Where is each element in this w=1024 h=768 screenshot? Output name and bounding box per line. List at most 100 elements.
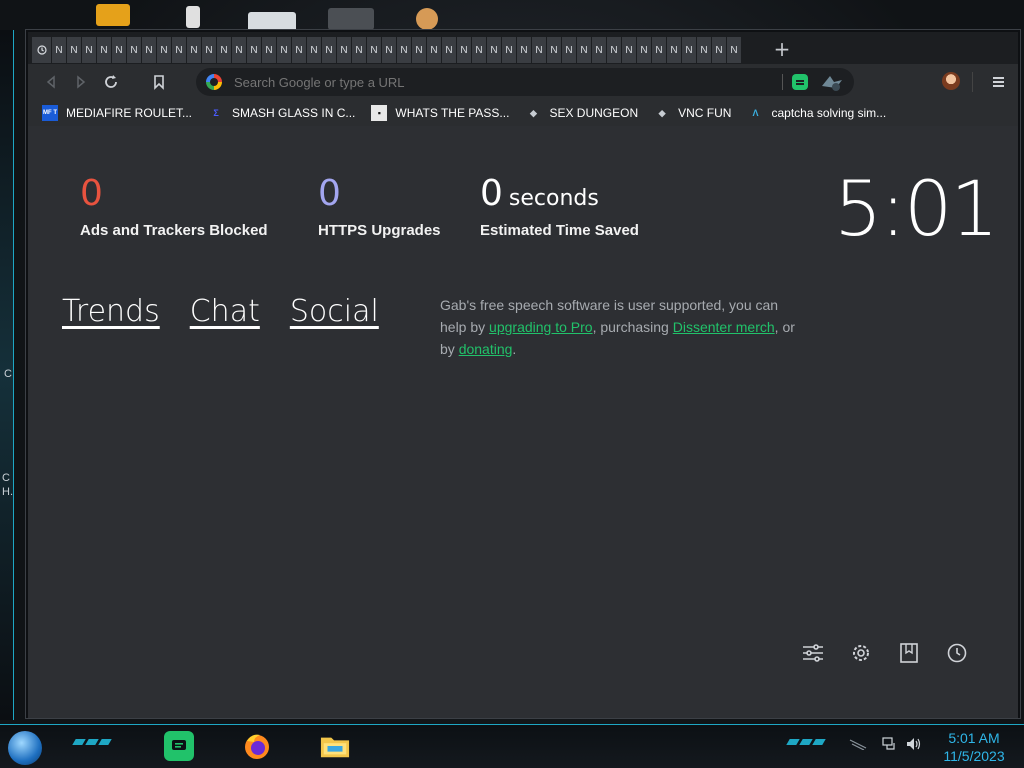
gab-browser-taskbar-button[interactable] bbox=[164, 731, 194, 761]
bookmark-item[interactable]: ◆ VNC FUN bbox=[654, 105, 732, 121]
browser-tab[interactable]: N bbox=[682, 37, 697, 63]
browser-tab[interactable]: N bbox=[277, 37, 292, 63]
browser-tab[interactable]: N bbox=[697, 37, 712, 63]
browser-tab[interactable]: N bbox=[667, 37, 682, 63]
network-icon[interactable] bbox=[882, 737, 898, 751]
bookmark-item[interactable]: ▪ WHATS THE PASS... bbox=[371, 105, 509, 121]
upgrade-pro-link[interactable]: upgrading to Pro bbox=[489, 319, 593, 335]
tab-favicon-icon: N bbox=[100, 44, 108, 56]
profile-avatar[interactable] bbox=[942, 72, 960, 90]
tab-favicon-icon: N bbox=[685, 44, 693, 56]
browser-tab[interactable]: N bbox=[562, 37, 577, 63]
volume-icon[interactable] bbox=[906, 737, 922, 751]
back-button[interactable] bbox=[36, 67, 66, 97]
browser-tab[interactable]: N bbox=[322, 37, 337, 63]
browser-tab[interactable]: N bbox=[187, 37, 202, 63]
browser-tab[interactable]: N bbox=[352, 37, 367, 63]
browser-tab[interactable]: N bbox=[712, 37, 727, 63]
browser-tab[interactable]: N bbox=[337, 37, 352, 63]
tab-history[interactable] bbox=[32, 37, 52, 63]
browser-tab[interactable]: N bbox=[397, 37, 412, 63]
address-input[interactable] bbox=[234, 74, 794, 90]
desktop-text-fragment: H. bbox=[2, 486, 13, 498]
desktop-icon[interactable] bbox=[328, 8, 374, 30]
browser-tab[interactable]: N bbox=[412, 37, 427, 63]
link-chat[interactable]: Chat bbox=[190, 294, 260, 329]
link-trends[interactable]: Trends bbox=[62, 294, 160, 329]
bookmark-page-button[interactable] bbox=[144, 67, 174, 97]
start-button[interactable] bbox=[8, 731, 42, 765]
back-arrow-icon bbox=[46, 75, 55, 89]
dissenter-merch-link[interactable]: Dissenter merch bbox=[673, 319, 775, 335]
browser-tab[interactable]: N bbox=[82, 37, 97, 63]
browser-tab[interactable]: N bbox=[262, 37, 277, 63]
address-bar[interactable] bbox=[196, 68, 854, 96]
donating-link[interactable]: donating bbox=[459, 341, 513, 357]
firefox-taskbar-button[interactable] bbox=[242, 731, 272, 761]
history-button[interactable] bbox=[944, 640, 970, 666]
browser-tab[interactable]: N bbox=[67, 37, 82, 63]
link-social[interactable]: Social bbox=[290, 294, 379, 329]
browser-tab[interactable]: N bbox=[127, 37, 142, 63]
browser-tab[interactable]: N bbox=[607, 37, 622, 63]
browser-tab[interactable]: N bbox=[487, 37, 502, 63]
desktop-icon[interactable] bbox=[96, 4, 130, 26]
new-tab-button[interactable]: + bbox=[768, 37, 796, 63]
file-explorer-taskbar-button[interactable] bbox=[320, 731, 350, 761]
browser-tab[interactable]: N bbox=[112, 37, 127, 63]
customize-button[interactable] bbox=[800, 640, 826, 666]
tab-favicon-icon: N bbox=[295, 44, 303, 56]
bookmark-item[interactable]: Λcaptcha solving sim... bbox=[747, 105, 886, 121]
browser-tab[interactable]: N bbox=[142, 37, 157, 63]
browser-tab[interactable]: N bbox=[502, 37, 517, 63]
browser-tab[interactable]: N bbox=[517, 37, 532, 63]
taskbar-date: 11/5/2023 bbox=[943, 748, 1005, 764]
bookmark-item[interactable]: MF T MEDIAFIRE ROULET... bbox=[42, 105, 192, 121]
browser-tab[interactable]: N bbox=[292, 37, 307, 63]
desktop-icon[interactable] bbox=[186, 6, 200, 28]
forward-button[interactable] bbox=[66, 67, 96, 97]
browser-tab[interactable]: N bbox=[652, 37, 667, 63]
browser-tab[interactable]: N bbox=[217, 37, 232, 63]
tray-handle-icon bbox=[849, 739, 867, 750]
browser-tab[interactable]: N bbox=[592, 37, 607, 63]
browser-tab[interactable]: N bbox=[427, 37, 442, 63]
browser-tab[interactable]: N bbox=[442, 37, 457, 63]
settings-button[interactable] bbox=[848, 640, 874, 666]
browser-tab[interactable]: N bbox=[367, 37, 382, 63]
browser-tab[interactable]: N bbox=[727, 37, 742, 63]
reload-button[interactable] bbox=[96, 67, 126, 97]
taskbar-clock[interactable]: 5:01 AM 11/5/2023 bbox=[936, 729, 1012, 765]
clock: 5:01 bbox=[834, 164, 999, 253]
firefox-icon bbox=[245, 734, 269, 759]
browser-tab[interactable]: N bbox=[472, 37, 487, 63]
bookmark-item[interactable]: ◆ SEX DUNGEON bbox=[525, 105, 638, 121]
browser-menu-button[interactable] bbox=[986, 69, 1010, 95]
browser-tab[interactable]: N bbox=[157, 37, 172, 63]
stat-unit: seconds bbox=[508, 186, 599, 211]
browser-tab[interactable]: N bbox=[622, 37, 637, 63]
browser-tab[interactable]: N bbox=[247, 37, 262, 63]
browser-tab[interactable]: N bbox=[637, 37, 652, 63]
bookmark-item[interactable]: Σ SMASH GLASS IN C... bbox=[208, 105, 355, 121]
browser-tab[interactable]: N bbox=[382, 37, 397, 63]
gab-chat-icon bbox=[172, 740, 186, 750]
browser-tab[interactable]: N bbox=[172, 37, 187, 63]
bookmarks-button[interactable] bbox=[896, 640, 922, 666]
browser-tab[interactable]: N bbox=[232, 37, 247, 63]
gab-extension-icon[interactable] bbox=[792, 74, 808, 90]
shark-extension-icon[interactable] bbox=[820, 72, 844, 92]
sigma-icon: Σ bbox=[213, 108, 219, 118]
desktop-icon[interactable] bbox=[416, 8, 438, 30]
browser-tab[interactable]: N bbox=[97, 37, 112, 63]
nav-links: Trends Chat Social bbox=[62, 294, 409, 329]
menu-line bbox=[992, 85, 1004, 87]
browser-tab[interactable]: N bbox=[532, 37, 547, 63]
browser-tab[interactable]: N bbox=[52, 37, 67, 63]
browser-tab[interactable]: N bbox=[202, 37, 217, 63]
browser-tab[interactable]: N bbox=[307, 37, 322, 63]
browser-tab[interactable]: N bbox=[457, 37, 472, 63]
browser-tab[interactable]: N bbox=[577, 37, 592, 63]
browser-tab[interactable]: N bbox=[547, 37, 562, 63]
tab-favicon-icon: N bbox=[430, 44, 438, 56]
